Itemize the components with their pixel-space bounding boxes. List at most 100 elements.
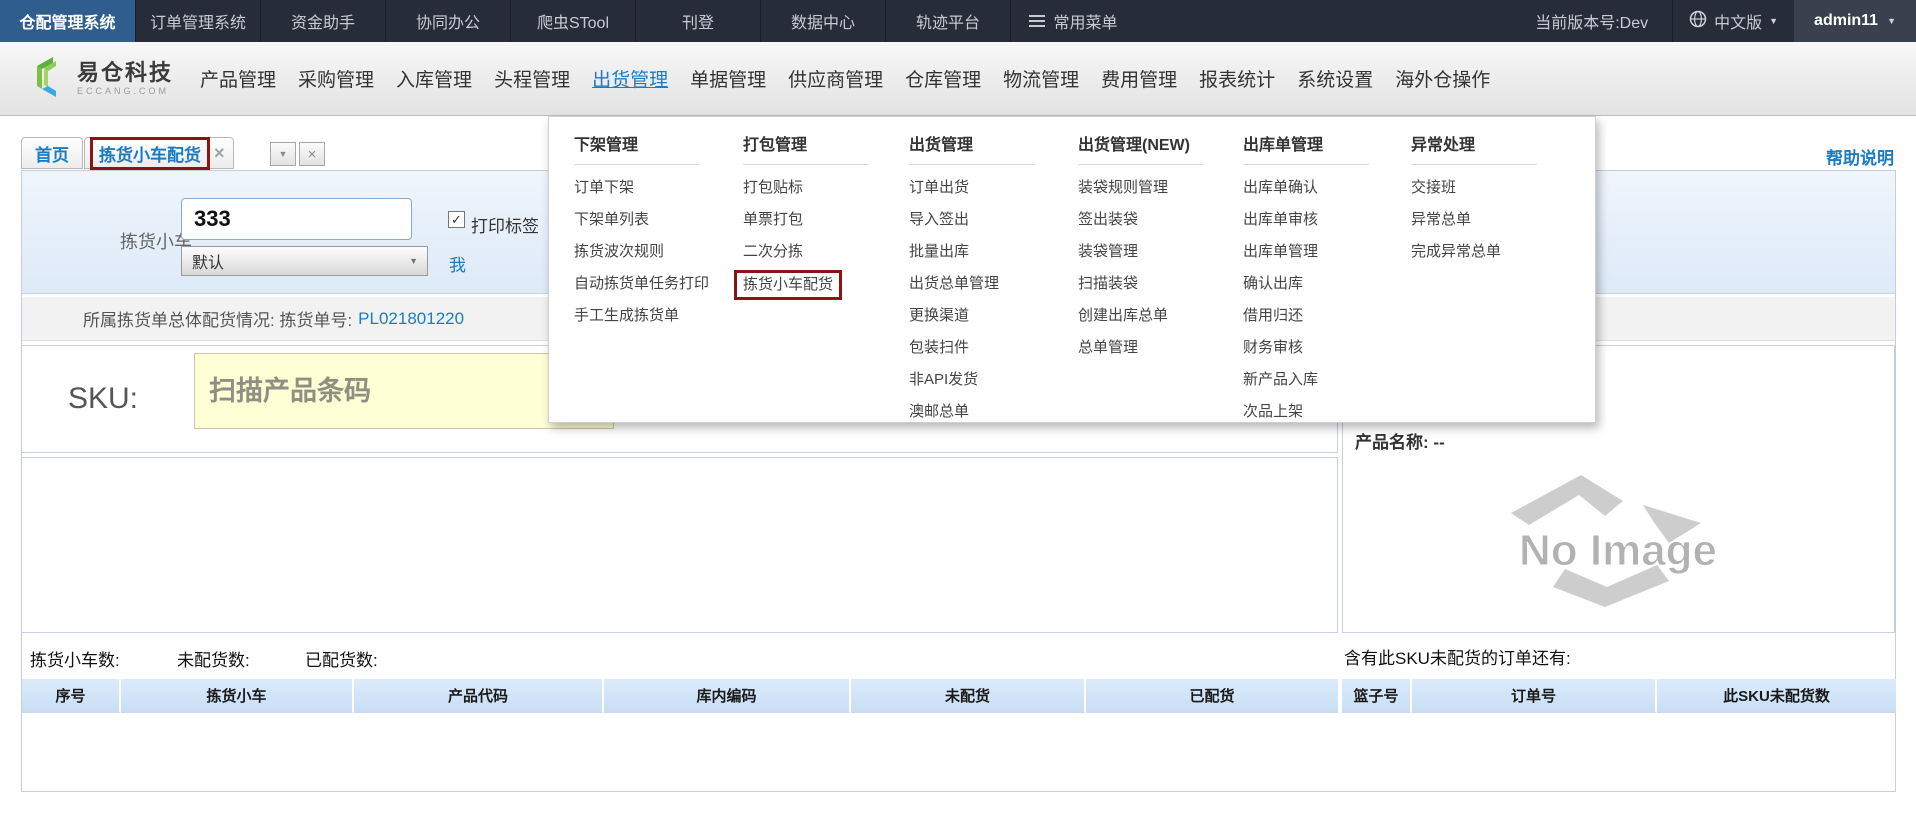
mega-col-title: 下架管理 xyxy=(574,131,709,155)
tab-home[interactable]: 首页 xyxy=(21,137,83,169)
main-nav-first-leg[interactable]: 头程管理 xyxy=(483,65,581,92)
tab-close-icon[interactable]: × xyxy=(214,143,225,164)
divider xyxy=(574,164,700,165)
menu-item-scan-bagging[interactable]: 扫描装袋 xyxy=(1078,268,1204,300)
me-link[interactable]: 我 xyxy=(449,251,466,276)
menu-item-defective-shelving[interactable]: 次品上架 xyxy=(1243,396,1369,428)
menu-item-signout-bagging[interactable]: 签出装袋 xyxy=(1078,204,1204,236)
menu-item-bagging-rules[interactable]: 装袋规则管理 xyxy=(1078,172,1204,204)
menu-item-finance-review[interactable]: 财务审核 xyxy=(1243,332,1369,364)
menu-item-auto-picking-print[interactable]: 自动拣货单任务打印 xyxy=(574,268,709,300)
mega-col-title: 出货管理 xyxy=(909,131,1035,155)
product-name-value: -- xyxy=(1433,433,1444,452)
picking-cart-input[interactable] xyxy=(181,198,412,240)
menu-item-bagging-mgmt[interactable]: 装袋管理 xyxy=(1078,236,1204,268)
top-nav-item-stool[interactable]: 爬虫STool xyxy=(511,0,636,42)
brand-name: 易仓科技 xyxy=(77,62,173,84)
menu-item-order-shipping[interactable]: 订单出货 xyxy=(909,172,1035,204)
menu-item-outbound-mgmt[interactable]: 出库单管理 xyxy=(1243,236,1369,268)
warehouse-select[interactable]: 默认 ▼ xyxy=(181,246,428,276)
menu-item-single-pack[interactable]: 单票打包 xyxy=(743,204,869,236)
menu-item-pack-labeling[interactable]: 打包贴标 xyxy=(743,172,869,204)
menu-item-order-takedown[interactable]: 订单下架 xyxy=(574,172,709,204)
mega-col-title: 出货管理(NEW) xyxy=(1078,131,1204,155)
menu-item-picking-wave-rules[interactable]: 拣货波次规则 xyxy=(574,236,709,268)
menu-item-non-api-shipping[interactable]: 非API发货 xyxy=(909,364,1035,396)
top-nav-item-funds[interactable]: 资金助手 xyxy=(261,0,386,42)
cart-table-header-product-code: 产品代码 xyxy=(354,679,604,713)
menu-item-new-product-inbound[interactable]: 新产品入库 xyxy=(1243,364,1369,396)
top-nav-item-oms[interactable]: 订单管理系统 xyxy=(136,0,261,42)
orders-table-header-basket: 篮子号 xyxy=(1342,679,1412,713)
main-nav-supplier[interactable]: 供应商管理 xyxy=(777,65,894,92)
help-link[interactable]: 帮助说明 xyxy=(1826,144,1894,169)
main-nav-settings[interactable]: 系统设置 xyxy=(1286,65,1384,92)
language-switcher[interactable]: 中文版 ▼ xyxy=(1672,0,1794,42)
pick-list-number-link[interactable]: PL021801220 xyxy=(358,309,464,329)
cart-table-header-seq: 序号 xyxy=(22,679,121,713)
top-nav-item-datacenter[interactable]: 数据中心 xyxy=(761,0,886,42)
chevron-down-icon: ▼ xyxy=(1769,16,1778,26)
menu-item-outbound-review[interactable]: 出库单审核 xyxy=(1243,204,1369,236)
brand-logo[interactable]: 易仓科技 ECCANG.COM xyxy=(32,52,173,105)
main-nav-purchase[interactable]: 采购管理 xyxy=(287,65,385,92)
shipping-mega-menu: 下架管理 订单下架 下架单列表 拣货波次规则 自动拣货单任务打印 手工生成拣货单… xyxy=(548,116,1596,423)
divider xyxy=(909,164,1035,165)
main-nav-product[interactable]: 产品管理 xyxy=(189,65,287,92)
top-nav-item-common-menu[interactable]: 常用菜单 xyxy=(1011,0,1136,42)
menu-item-aupost-master[interactable]: 澳邮总单 xyxy=(909,396,1035,428)
main-nav-shipping[interactable]: 出货管理 xyxy=(581,65,679,92)
main-nav-overseas[interactable]: 海外仓操作 xyxy=(1384,65,1501,92)
orders-table-header-order: 订单号 xyxy=(1412,679,1657,713)
allocated-count-label: 已配货数: xyxy=(305,646,378,671)
menu-item-create-outbound-master[interactable]: 创建出库总单 xyxy=(1078,300,1204,332)
eccang-logo-icon xyxy=(32,52,70,105)
top-nav-item-tracking[interactable]: 轨迹平台 xyxy=(886,0,1011,42)
divider xyxy=(1243,164,1369,165)
mega-col-packing: 打包管理 打包贴标 单票打包 二次分拣 拣货小车配货 xyxy=(743,117,869,300)
pick-list-status-label: 所属拣货单总体配货情况: 拣货单号: xyxy=(83,306,352,331)
no-image-placeholder: No Image xyxy=(1473,461,1763,616)
divider xyxy=(1078,164,1204,165)
main-nav: 易仓科技 ECCANG.COM 产品管理 采购管理 入库管理 头程管理 出货管理… xyxy=(0,42,1916,116)
mega-col-shipping-new: 出货管理(NEW) 装袋规则管理 签出装袋 装袋管理 扫描装袋 创建出库总单 总… xyxy=(1078,117,1204,364)
menu-item-second-sorting[interactable]: 二次分拣 xyxy=(743,236,869,268)
tab-picking-cart[interactable]: 拣货小车配货 × xyxy=(84,137,234,169)
hamburger-icon xyxy=(1029,12,1045,30)
main-nav-fees[interactable]: 费用管理 xyxy=(1090,65,1188,92)
menu-item-outbound-confirm[interactable]: 出库单确认 xyxy=(1243,172,1369,204)
top-nav-item-office[interactable]: 协同办公 xyxy=(386,0,511,42)
tab-list-dropdown-button[interactable]: ▼ xyxy=(270,142,296,166)
username-label: admin11 xyxy=(1814,12,1878,30)
top-nav-item-wms[interactable]: 仓配管理系统 xyxy=(0,0,136,42)
menu-item-takedown-list[interactable]: 下架单列表 xyxy=(574,204,709,236)
main-nav-inbound[interactable]: 入库管理 xyxy=(385,65,483,92)
top-nav-right: 当前版本号:Dev 中文版 ▼ admin11 ▼ xyxy=(1511,0,1916,42)
main-nav-documents[interactable]: 单据管理 xyxy=(679,65,777,92)
tab-close-all-button[interactable]: × xyxy=(299,142,325,166)
menu-item-master-mgmt[interactable]: 总单管理 xyxy=(1078,332,1204,364)
user-menu[interactable]: admin11 ▼ xyxy=(1794,0,1916,42)
main-nav-warehouse[interactable]: 仓库管理 xyxy=(894,65,992,92)
menu-item-borrow-return[interactable]: 借用归还 xyxy=(1243,300,1369,332)
menu-item-picking-cart-allocation[interactable]: 拣货小车配货 xyxy=(734,270,842,300)
menu-item-change-channel[interactable]: 更换渠道 xyxy=(909,300,1035,332)
cart-count-label: 拣货小车数: xyxy=(30,646,120,671)
menu-item-exception-master[interactable]: 异常总单 xyxy=(1411,204,1537,236)
version-label: 当前版本号:Dev xyxy=(1511,0,1672,42)
menu-item-confirm-outbound[interactable]: 确认出库 xyxy=(1243,268,1369,300)
top-nav-item-listing[interactable]: 刊登 xyxy=(636,0,761,42)
menu-item-import-signout[interactable]: 导入签出 xyxy=(909,204,1035,236)
main-nav-logistics[interactable]: 物流管理 xyxy=(992,65,1090,92)
menu-item-batch-outbound[interactable]: 批量出库 xyxy=(909,236,1035,268)
main-nav-items: 产品管理 采购管理 入库管理 头程管理 出货管理 单据管理 供应商管理 仓库管理… xyxy=(189,65,1501,92)
orders-table-header-sku-unallocated: 此SKU未配货数 xyxy=(1657,679,1896,713)
picking-cart-label: 拣货小车: xyxy=(62,228,197,254)
print-label-checkbox[interactable]: ✓ xyxy=(448,211,465,228)
main-nav-reports[interactable]: 报表统计 xyxy=(1188,65,1286,92)
menu-item-complete-exception-master[interactable]: 完成异常总单 xyxy=(1411,236,1537,268)
menu-item-manual-picking-list[interactable]: 手工生成拣货单 xyxy=(574,300,709,332)
menu-item-shipping-master-mgmt[interactable]: 出货总单管理 xyxy=(909,268,1035,300)
menu-item-pack-scan[interactable]: 包装扫件 xyxy=(909,332,1035,364)
menu-item-shift-handover[interactable]: 交接班 xyxy=(1411,172,1537,204)
